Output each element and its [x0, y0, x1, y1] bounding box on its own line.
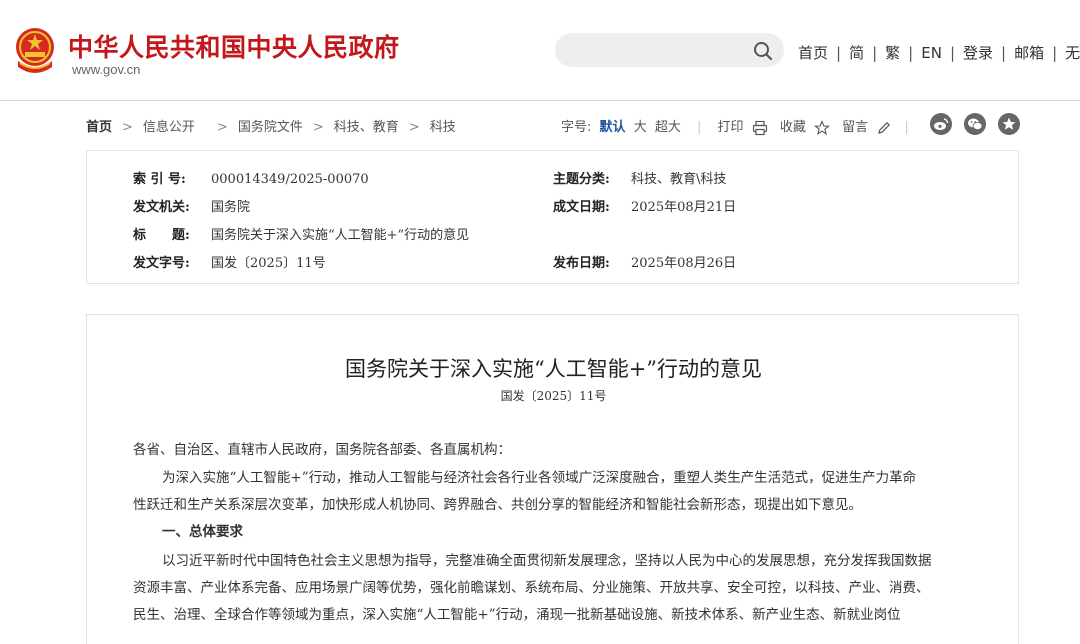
date-value: 2025年08月21日 — [631, 200, 737, 215]
title-label: 标 题: — [133, 228, 190, 243]
chevron-right-icon: > — [122, 120, 133, 135]
docno-label: 发文字号: — [133, 256, 190, 271]
topic-row: 主题分类: 科技、教育\科技 — [553, 168, 726, 187]
national-emblem-icon[interactable] — [12, 25, 58, 77]
breadcrumb-home[interactable]: 首页 — [86, 120, 112, 135]
title-value: 国务院关于深入实施“人工智能+”行动的意见 — [211, 228, 470, 243]
document-metadata: 索 引 号: 000014349/2025-00070 主题分类: 科技、教育\科技… — [86, 150, 1019, 284]
wechat-share-icon[interactable] — [964, 113, 986, 135]
paragraph-line: 以习近平新时代中国特色社会主义思想为指导，完整准确全面贯彻新发展理念，坚持以人民… — [162, 553, 932, 569]
publish-value: 2025年08月26日 — [631, 256, 737, 271]
article-docno: 国发〔2025〕11号 — [500, 389, 607, 403]
publish-label: 发布日期: — [553, 256, 610, 271]
star-icon[interactable] — [814, 119, 830, 136]
section-heading: 一、总体要求 — [162, 524, 243, 540]
nav-home[interactable]: 首页 — [798, 44, 828, 62]
chevron-right-icon: > — [408, 120, 420, 135]
nav-mailbox[interactable]: 邮箱 — [1014, 44, 1044, 62]
paragraph-line: 民生、治理、全球合作等领域为重点，深入实施“人工智能+”行动，涌现一批新基础设施… — [133, 607, 901, 623]
index-label: 索 引 号: — [133, 172, 186, 187]
issuer-label: 发文机关: — [133, 200, 190, 215]
chevron-right-icon: > — [216, 120, 228, 135]
nav-english[interactable]: EN — [921, 44, 942, 62]
top-nav: 首页|简|繁|EN|登录|邮箱|无障碍 — [798, 42, 1080, 63]
weibo-share-icon[interactable] — [930, 113, 952, 135]
publish-row: 发布日期: 2025年08月26日 — [553, 252, 736, 271]
issuer-row: 发文机关: 国务院 — [133, 196, 250, 215]
site-header: 中华人民共和国中央人民政府 www.gov.cn 首页 | 简 | 繁 | EN | 登录 | 邮箱… — [0, 0, 1080, 101]
site-domain: www.gov.cn — [72, 62, 141, 77]
date-label: 成文日期: — [553, 200, 610, 215]
font-size-label: 字号: — [561, 120, 592, 135]
docno-row: 发文字号: 国发〔2025〕11号 — [133, 252, 326, 271]
search-input[interactable] — [569, 39, 743, 63]
nav-simplified[interactable]: 简 — [849, 44, 864, 62]
article-tools: 字号: 默认 大 超大 | 打印 收藏 留言 | — [561, 119, 909, 136]
breadcrumb-sci-edu[interactable]: 科技、教育 — [334, 120, 399, 135]
search-box — [555, 33, 784, 67]
nav-accessibility[interactable]: 无障碍 — [1065, 44, 1080, 62]
nav-login[interactable]: 登录 — [963, 44, 993, 62]
printer-icon[interactable] — [752, 120, 768, 136]
font-size-default[interactable]: 默认 — [600, 120, 626, 135]
pencil-icon[interactable] — [876, 120, 892, 136]
comment-button[interactable]: 留言 — [842, 120, 868, 135]
chevron-right-icon: > — [312, 120, 324, 135]
favorite-button[interactable]: 收藏 — [780, 120, 806, 135]
nav-traditional[interactable]: 繁 — [885, 44, 900, 62]
index-value: 000014349/2025-00070 — [211, 172, 369, 187]
paragraph-line: 为深入实施“人工智能+”行动，推动人工智能与经济社会各行业各领域广泛深度融合，重… — [162, 470, 917, 486]
topic-label: 主题分类: — [553, 172, 610, 187]
favorite-share-icon[interactable] — [998, 113, 1020, 135]
salutation: 各省、自治区、直辖市人民政府，国务院各部委、各直属机构： — [133, 442, 511, 458]
breadcrumb: 首页 > 信息公开 > 国务院文件 > 科技、教育 > 科技 — [86, 116, 456, 135]
search-icon[interactable] — [753, 41, 773, 61]
issuer-value: 国务院 — [211, 200, 251, 215]
breadcrumb-state-council-docs[interactable]: 国务院文件 — [238, 120, 303, 135]
paragraph-line: 资源丰富、产业体系完备、应用场景广阔等优势，强化前瞻谋划、系统布局、分业施策、开… — [133, 580, 930, 596]
breadcrumb-tech[interactable]: 科技 — [430, 120, 456, 135]
print-button[interactable]: 打印 — [718, 120, 744, 135]
title-row: 标 题: 国务院关于深入实施“人工智能+”行动的意见 — [133, 224, 469, 243]
index-row: 索 引 号: 000014349/2025-00070 — [133, 168, 369, 187]
font-size-xlarge[interactable]: 超大 — [655, 120, 681, 135]
topic-value: 科技、教育\科技 — [631, 172, 727, 187]
article-title: 国务院关于深入实施“人工智能+”行动的意见 — [344, 357, 763, 381]
font-size-large[interactable]: 大 — [634, 120, 647, 135]
docno-value: 国发〔2025〕11号 — [211, 256, 326, 271]
breadcrumb-info-public[interactable]: 信息公开 — [143, 120, 195, 135]
article-body: 国务院关于深入实施“人工智能+”行动的意见 国发〔2025〕11号 各省、自治区… — [86, 314, 1019, 644]
date-row: 成文日期: 2025年08月21日 — [553, 196, 736, 215]
site-name[interactable]: 中华人民共和国中央人民政府 — [68, 28, 400, 64]
paragraph-line: 性跃迁和生产关系深层次变革，加快形成人机协同、跨界融合、共创分享的智能经济和智能… — [133, 497, 862, 513]
